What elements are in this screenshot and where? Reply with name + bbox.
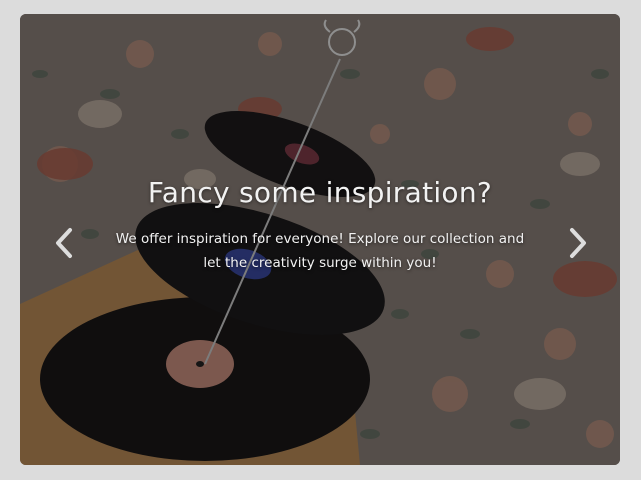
chevron-right-icon: [570, 228, 586, 258]
slide-title: Fancy some inspiration?: [147, 176, 493, 209]
hero-carousel: Fancy some inspiration? We offer inspira…: [20, 14, 620, 465]
chevron-left-icon: [56, 228, 72, 258]
slide-description: We offer inspiration for everyone! Explo…: [115, 231, 525, 271]
previous-slide-button[interactable]: [44, 219, 84, 267]
slide-caption: Fancy some inspiration? We offer inspira…: [80, 176, 560, 275]
next-slide-button[interactable]: [558, 219, 598, 267]
